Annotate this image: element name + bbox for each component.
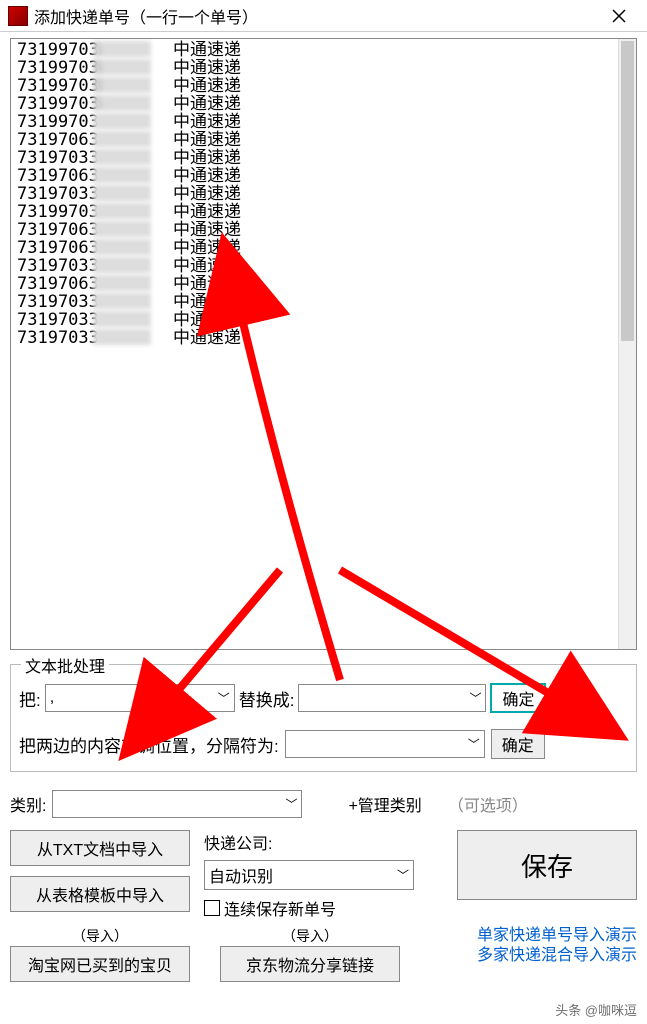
import-jd-button[interactable]: 京东物流分享链接 — [220, 946, 400, 982]
swap-label: 把两边的内容对调位置，分隔符为: — [19, 732, 279, 757]
tracking-row: 73197033 中通速递 — [17, 329, 630, 347]
swap-separator-combo[interactable]: ﹀ — [285, 730, 485, 758]
import-txt-button[interactable]: 从TXT文档中导入 — [10, 830, 190, 866]
continuous-save-label: 连续保存新单号 — [224, 896, 336, 920]
tracking-row: 73197063 中通速递 — [17, 239, 630, 257]
tracking-textarea[interactable]: 731997035中通速递731997038中通速递731997038中通速递7… — [10, 38, 637, 650]
tracking-row: 731997035中通速递 — [17, 41, 630, 59]
tracking-row: 731997038中通速递 — [17, 59, 630, 77]
category-label: 类别: — [10, 792, 46, 816]
tracking-row: 731997035中通速递 — [17, 95, 630, 113]
tracking-row: 73197033 中通速递 — [17, 311, 630, 329]
tracking-row: 73197063 中通速递 — [17, 167, 630, 185]
replace-to-combo[interactable]: ﹀ — [298, 684, 486, 712]
courier-label: 快递公司: — [204, 830, 443, 854]
continuous-save-checkbox[interactable] — [204, 900, 220, 916]
tracking-row: 73199703 中通速递 — [17, 203, 630, 221]
scroll-thumb[interactable] — [621, 41, 634, 341]
tracking-row: 731997038中通速递 — [17, 77, 630, 95]
tracking-row: 73199703 中通速递 — [17, 113, 630, 131]
courier-combo[interactable]: 自动识别 ﹀ — [204, 860, 414, 890]
batch-groupbox: 文本批处理 把: , ﹀ 替换成: ﹀ 确定 把两边的内容对调位置，分隔符为: … — [10, 664, 637, 772]
batch-group-title: 文本批处理 — [21, 653, 109, 677]
tracking-row: 73197063 中通速递 — [17, 131, 630, 149]
replace-from-combo[interactable]: , ﹀ — [45, 684, 235, 712]
import-table-button[interactable]: 从表格模板中导入 — [10, 876, 190, 912]
swap-confirm-button[interactable]: 确定 — [491, 729, 545, 759]
titlebar: 添加快递单号（一行一个单号） — [0, 0, 647, 32]
vertical-scrollbar[interactable] — [618, 39, 636, 649]
demo-link-single[interactable]: 单家快递单号导入演示 — [477, 926, 637, 946]
chevron-down-icon: ﹀ — [397, 867, 409, 884]
tracking-row: 73197033 中通速递 — [17, 185, 630, 203]
watermark: 头条 @咖咪逗 — [551, 999, 641, 1020]
category-combo[interactable]: ﹀ — [52, 790, 302, 818]
chevron-down-icon: ﹀ — [285, 796, 297, 813]
replace-from-value: , — [50, 689, 54, 707]
demo-link-multi[interactable]: 多家快递混合导入演示 — [477, 946, 637, 966]
chevron-down-icon: ﹀ — [468, 736, 480, 753]
courier-value: 自动识别 — [209, 863, 273, 887]
import-taobao-block: （导入） 淘宝网已买到的宝贝 — [10, 926, 190, 982]
import-taobao-button[interactable]: 淘宝网已买到的宝贝 — [10, 946, 190, 982]
close-button[interactable] — [599, 2, 639, 30]
tracking-row: 73197033 中通速递 — [17, 257, 630, 275]
tracking-row: 73197033 中通速递 — [17, 149, 630, 167]
chevron-down-icon: ﹀ — [218, 690, 230, 707]
import-jd-block: （导入） 京东物流分享链接 — [220, 926, 400, 982]
chevron-down-icon: ﹀ — [469, 690, 481, 707]
tracking-row: 73197063 中通速递 — [17, 275, 630, 293]
replace-to-label: 替换成: — [239, 686, 295, 711]
tracking-row: 73197033 中通速递 — [17, 293, 630, 311]
manage-category-link[interactable]: +管理类别 — [348, 792, 421, 816]
close-icon — [612, 9, 626, 23]
replace-from-label: 把: — [19, 686, 41, 711]
category-optional-note: （可选项） — [448, 792, 528, 816]
replace-confirm-button[interactable]: 确定 — [490, 683, 546, 713]
tracking-row: 73197063 中通速递 — [17, 221, 630, 239]
save-button[interactable]: 保存 — [457, 830, 637, 900]
window-title: 添加快递单号（一行一个单号） — [34, 4, 599, 28]
app-icon — [8, 6, 28, 26]
